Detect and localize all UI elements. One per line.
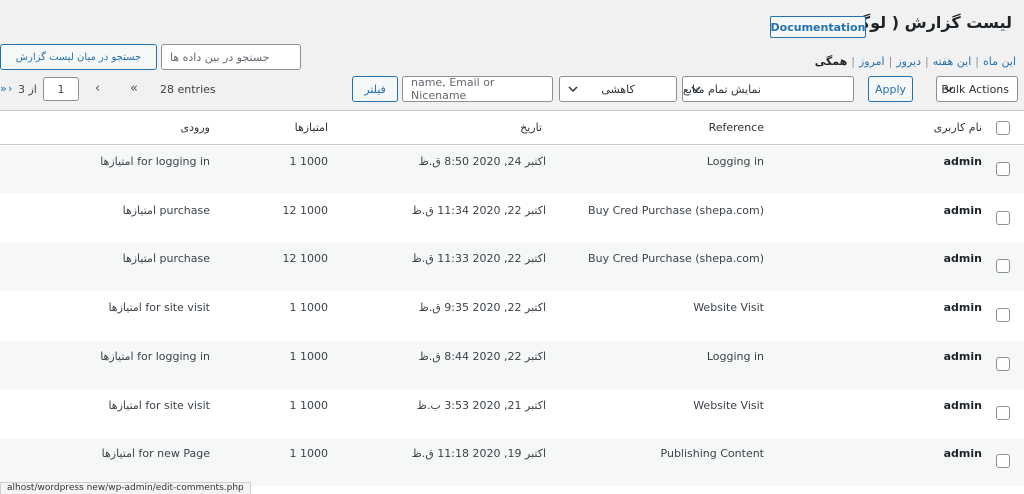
search-input[interactable]: جستجو در بین داده ها xyxy=(161,44,301,70)
row-checkbox[interactable] xyxy=(996,308,1010,323)
cell-entry: امتیازها for new Page xyxy=(101,447,210,461)
cell-reference: Logging in xyxy=(706,349,764,363)
cell-reference: Website Visit xyxy=(693,301,764,315)
table-row: admin Website Visit اکتبر 21, 2020 3:53 ب.… xyxy=(0,390,1024,438)
cell-points: 12 1000 xyxy=(282,252,329,266)
separator: | xyxy=(888,55,893,68)
cell-date: اکتبر 22, 2020 11:33 ق.ظ xyxy=(411,252,546,266)
cell-date: اکتبر 24, 2020 8:50 ق.ظ xyxy=(418,155,546,168)
prev-page-button[interactable]: ‹ xyxy=(95,81,100,96)
filter-button[interactable]: فیلتر xyxy=(352,76,398,102)
entries-count: 28 entries xyxy=(160,83,216,96)
cell-entry: امتیازها for logging in xyxy=(100,155,210,168)
chevron-down-icon xyxy=(691,86,701,93)
cell-reference: Buy Cred Purchase (shepa.com) xyxy=(588,252,764,266)
cell-entry: امتیازها purchase xyxy=(122,203,210,217)
cell-entry: امتیازها for logging in xyxy=(100,349,210,363)
bulk-actions-select[interactable]: Bulk Actions xyxy=(936,76,1018,102)
select-all-checkbox[interactable] xyxy=(996,121,1010,135)
first-page-button[interactable]: « xyxy=(130,81,138,96)
cell-entry: امتیازها for site visit xyxy=(108,398,210,412)
cell-reference: Buy Cred Purchase (shepa.com) xyxy=(588,203,764,217)
cell-date: اکتبر 19, 2020 11:18 ق.ظ xyxy=(411,447,546,461)
source-filter-select[interactable]: نمایش تمام منابع xyxy=(682,76,854,102)
cell-date: اکتبر 22, 2020 11:34 ق.ظ xyxy=(411,203,546,217)
cell-points: 1 1000 xyxy=(289,155,329,168)
col-username[interactable]: نام کاربری xyxy=(934,121,982,134)
cell-points: 12 1000 xyxy=(282,203,329,217)
view-filters: همگی | امروز | دیروز | این هفته | این ما… xyxy=(815,55,1016,68)
page-title: لیست گزارش ( لوگ ) xyxy=(840,13,1012,32)
table-row: admin Logging in اکتبر 24, 2020 8:50 ق.ظ 1 … xyxy=(0,146,1024,194)
row-checkbox[interactable] xyxy=(996,162,1010,176)
table-row: admin Logging in اکتبر 22, 2020 8:44 ق.ظ 1 … xyxy=(0,340,1024,389)
view-yesterday[interactable]: دیروز xyxy=(896,55,921,68)
cell-username[interactable]: admin xyxy=(944,447,982,460)
cell-username[interactable]: admin xyxy=(944,252,982,265)
table-row: admin Publishing Content اکتبر 19, 2020 11… xyxy=(0,438,1024,487)
chevron-down-icon xyxy=(568,86,578,93)
apply-button[interactable]: Apply xyxy=(868,76,913,102)
cell-username[interactable]: admin xyxy=(944,301,982,314)
separator: | xyxy=(924,55,929,68)
documentation-button[interactable]: Documentation xyxy=(770,16,866,38)
next-page-button[interactable]: › xyxy=(8,82,12,95)
col-points[interactable]: امتیازها xyxy=(295,121,328,134)
cell-username[interactable]: admin xyxy=(944,350,982,363)
row-checkbox[interactable] xyxy=(996,210,1010,225)
cell-entry: امتیازها purchase xyxy=(122,252,210,266)
cell-date: اکتبر 22, 2020 9:35 ق.ظ xyxy=(418,301,546,315)
cell-points: 1 1000 xyxy=(289,349,329,363)
cell-username[interactable]: admin xyxy=(944,204,982,217)
col-date[interactable]: تاریخ xyxy=(520,121,542,134)
view-all[interactable]: همگی xyxy=(815,55,848,68)
table-header: نام کاربری Reference تاریخ امتیازها ورود… xyxy=(0,111,1024,145)
cell-reference: Logging in xyxy=(706,155,764,168)
table-row: admin Buy Cred Purchase (shepa.com) اکتبر … xyxy=(0,195,1024,243)
view-this-month[interactable]: این ماه xyxy=(983,55,1016,68)
table-row: admin Website Visit اکتبر 22, 2020 9:35 ق.… xyxy=(0,292,1024,340)
row-checkbox[interactable] xyxy=(996,454,1010,469)
total-pages: از 3 xyxy=(18,83,37,96)
separator: | xyxy=(975,55,979,68)
order-select[interactable]: کاهشی xyxy=(559,76,677,102)
view-today[interactable]: امروز xyxy=(859,55,885,68)
cell-points: 1 1000 xyxy=(289,301,329,315)
status-bar-url: alhost/wordpress new/wp-admin/edit-comme… xyxy=(0,482,251,494)
order-label: کاهشی xyxy=(601,82,635,96)
row-checkbox[interactable] xyxy=(996,405,1010,420)
col-entry[interactable]: ورودی xyxy=(181,121,210,134)
row-checkbox[interactable] xyxy=(996,259,1010,274)
log-table: نام کاربری Reference تاریخ امتیازها ورود… xyxy=(0,110,1024,494)
cell-entry: امتیازها for site visit xyxy=(108,301,210,315)
cell-reference: Website Visit xyxy=(693,398,764,412)
cell-date: اکتبر 22, 2020 8:44 ق.ظ xyxy=(418,349,546,363)
cell-reference: Publishing Content xyxy=(660,447,764,461)
view-this-week[interactable]: این هفته xyxy=(933,55,972,68)
separator: | xyxy=(851,55,855,68)
user-filter-input[interactable]: name, Email or Nicename xyxy=(402,76,553,102)
cell-username[interactable]: admin xyxy=(944,399,982,412)
cell-points: 1 1000 xyxy=(289,447,329,461)
chevron-down-icon xyxy=(944,86,954,93)
row-checkbox[interactable] xyxy=(996,356,1010,371)
col-reference[interactable]: Reference xyxy=(709,121,764,134)
cell-username[interactable]: admin xyxy=(944,155,982,168)
cell-date: اکتبر 21, 2020 3:53 ب.ظ xyxy=(416,398,546,412)
current-page-input[interactable]: 1 xyxy=(43,77,79,101)
cell-points: 1 1000 xyxy=(289,398,329,412)
search-button[interactable]: جستجو در میان لیست گزارش xyxy=(0,44,157,70)
table-row: admin Buy Cred Purchase (shepa.com) اکتبر … xyxy=(0,243,1024,292)
last-page-button[interactable]: » xyxy=(0,82,7,95)
